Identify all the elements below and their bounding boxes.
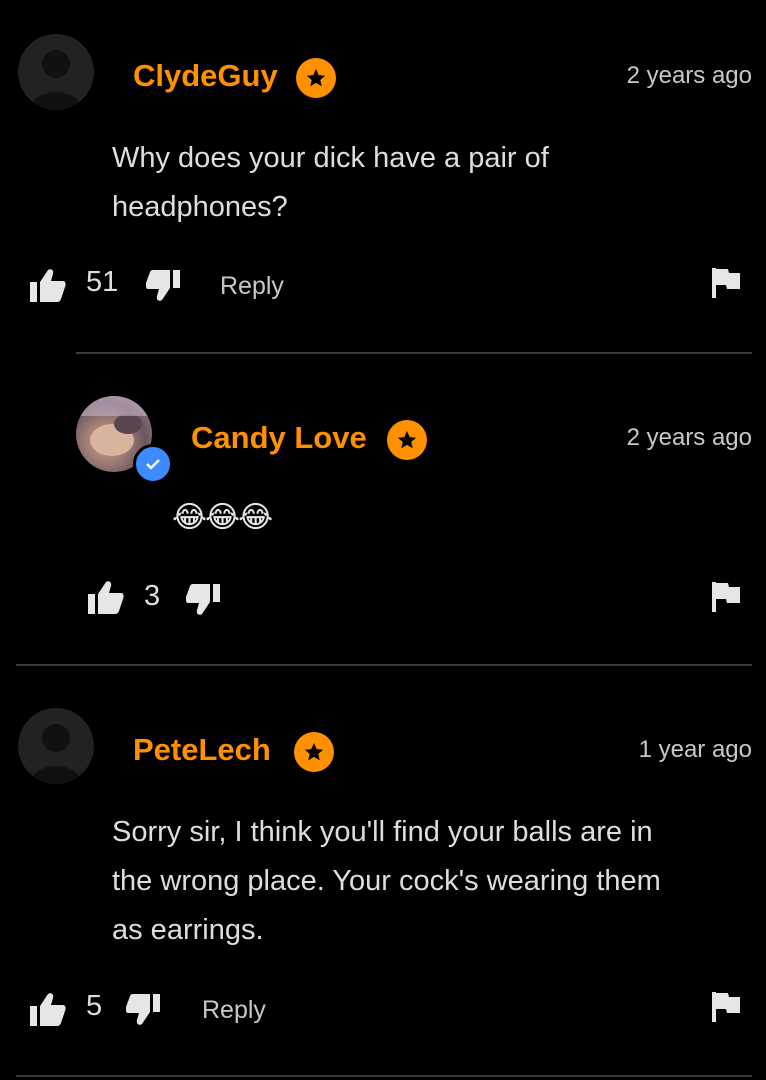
comment-line: as earrings. [112, 914, 264, 946]
flag-icon[interactable] [712, 582, 740, 612]
thumbs-up-icon[interactable] [88, 580, 124, 614]
comment-actions: 3 [0, 578, 766, 618]
username[interactable]: ClydeGuy [133, 58, 278, 94]
thumbs-down-icon[interactable] [186, 584, 220, 616]
avatar[interactable] [18, 708, 94, 784]
comment-divider [16, 1075, 752, 1077]
star-badge-icon [296, 58, 336, 98]
like-count: 51 [86, 266, 119, 298]
star-badge-icon [387, 420, 427, 460]
user-silhouette-icon [30, 724, 82, 784]
username[interactable]: Candy Love [191, 420, 367, 456]
thumbs-up-icon[interactable] [30, 992, 66, 1026]
emoji-text: 😂😂😂 [172, 501, 273, 534]
comment-actions: 5 Reply [0, 990, 766, 1030]
comment-line: the wrong place. Your cock's wearing the… [112, 865, 661, 897]
comment-divider [16, 664, 752, 666]
like-count: 5 [86, 990, 103, 1022]
comments-page: ClydeGuy 2 years ago Why does your dick … [0, 0, 766, 1080]
reply-button[interactable]: Reply [220, 272, 284, 301]
like-count: 3 [144, 580, 161, 612]
thumbs-up-icon[interactable] [30, 268, 66, 302]
avatar[interactable] [18, 34, 94, 110]
comment-text: Why does your dick have a pair of headph… [112, 134, 549, 232]
username[interactable]: PeteLech [133, 732, 271, 768]
timestamp: 2 years ago [626, 62, 752, 89]
comment-line: headphones? [112, 191, 288, 223]
reply-button[interactable]: Reply [202, 996, 266, 1025]
user-silhouette-icon [30, 50, 82, 110]
thumbs-down-icon[interactable] [146, 270, 180, 302]
comment-line: Sorry sir, I think you'll find your ball… [112, 816, 653, 848]
star-badge-icon [294, 732, 334, 772]
timestamp: 1 year ago [638, 736, 752, 763]
comment-line: Why does your dick have a pair of [112, 142, 549, 174]
comment-text: Sorry sir, I think you'll find your ball… [112, 808, 661, 955]
thumbs-down-icon[interactable] [126, 994, 160, 1026]
reply-divider [76, 352, 752, 354]
comment-actions: 51 Reply [0, 266, 766, 306]
flag-icon[interactable] [712, 268, 740, 298]
verified-badge-icon [133, 444, 173, 484]
flag-icon[interactable] [712, 992, 740, 1022]
timestamp: 2 years ago [626, 424, 752, 451]
comment-text: 😂😂😂 [172, 500, 273, 536]
